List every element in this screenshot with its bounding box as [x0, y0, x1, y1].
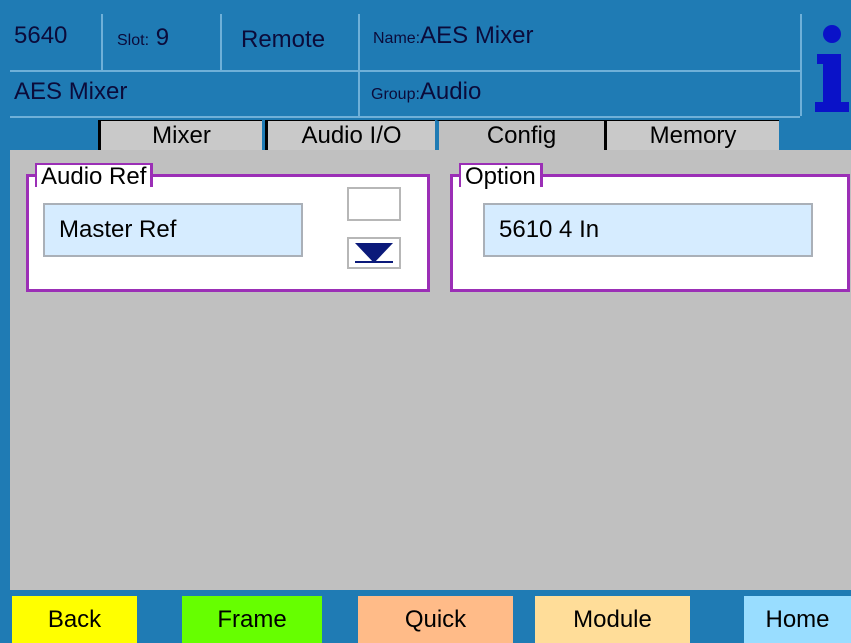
- slot-value: 9: [155, 24, 170, 51]
- name-value: AES Mixer: [420, 22, 534, 49]
- tab-label: Memory: [649, 121, 737, 149]
- group-label: Group:: [371, 86, 420, 103]
- header-bottom-line: [10, 116, 800, 118]
- tab-label: Audio I/O: [301, 121, 402, 149]
- header-divider: [220, 14, 222, 70]
- tab-mixer[interactable]: Mixer: [98, 120, 262, 150]
- quick-button[interactable]: Quick: [358, 596, 513, 643]
- slot-label: Slot:: [117, 32, 150, 49]
- header-row-divider: [10, 70, 800, 72]
- audio-ref-swatch: [347, 187, 401, 221]
- audio-ref-group: Audio Ref Master Ref: [26, 163, 430, 292]
- audio-ref-dropdown-button[interactable]: [347, 237, 401, 269]
- triangle-down-icon: [355, 243, 393, 263]
- option-group: Option 5610 4 In: [450, 163, 850, 292]
- header-divider: [358, 14, 360, 116]
- name-label: Name:: [373, 30, 421, 47]
- device-screen: 5640 Slot: 9 Remote Name:AES Mixer AES M…: [0, 0, 851, 643]
- option-field[interactable]: 5610 4 In: [483, 203, 813, 257]
- group-title: Option: [459, 163, 543, 189]
- slot-display: Slot: 9: [117, 26, 169, 50]
- mode-label: Remote: [241, 26, 326, 53]
- header-divider: [101, 14, 103, 70]
- config-panel: Audio Ref Master Ref Option 5610 4 In: [10, 150, 851, 590]
- header-divider: [800, 14, 802, 116]
- frame-button[interactable]: Frame: [182, 596, 322, 643]
- tab-audio-io[interactable]: Audio I/O: [265, 120, 435, 150]
- home-button[interactable]: Home: [744, 596, 851, 643]
- tab-label: Mixer: [152, 121, 211, 149]
- model-number: 5640: [14, 22, 68, 49]
- group-display: Group:Audio: [371, 80, 481, 104]
- group-title: Audio Ref: [35, 163, 154, 189]
- info-icon[interactable]: [813, 22, 851, 112]
- tab-config[interactable]: Config: [436, 120, 604, 150]
- tab-memory[interactable]: Memory: [604, 120, 779, 150]
- group-value: Audio: [419, 78, 482, 105]
- audio-ref-field[interactable]: Master Ref: [43, 203, 303, 257]
- back-button[interactable]: Back: [12, 596, 137, 643]
- tab-label: Config: [486, 121, 557, 149]
- module-name: AES Mixer: [14, 78, 128, 105]
- name-display: Name:AES Mixer: [373, 24, 533, 48]
- module-button[interactable]: Module: [535, 596, 690, 643]
